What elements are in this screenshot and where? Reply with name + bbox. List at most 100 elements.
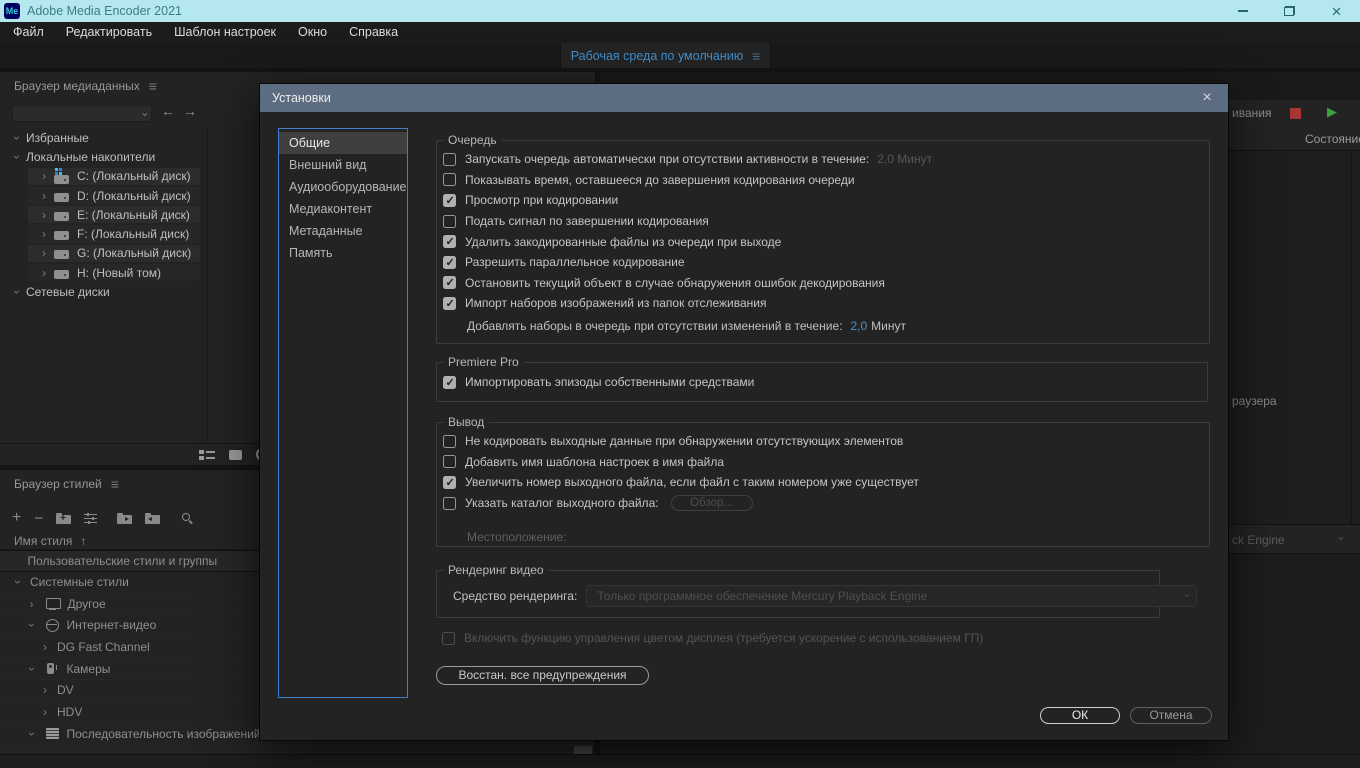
new-group-icon[interactable] [56, 515, 71, 524]
sidebar-item[interactable]: Аудиооборудование [279, 176, 407, 198]
preset-browser-header[interactable]: Браузер стилей [14, 476, 119, 492]
import-preset-icon[interactable] [117, 515, 132, 524]
panel-divider[interactable] [207, 128, 208, 443]
chevron-icon[interactable] [24, 598, 40, 610]
checkbox[interactable] [443, 173, 456, 186]
list-view-icon[interactable] [199, 450, 215, 460]
menu-item[interactable]: Редактировать [55, 22, 163, 43]
checkbox[interactable] [443, 256, 456, 269]
sidebar-item[interactable]: Медиаконтент [279, 198, 407, 220]
minimize-button[interactable] [1219, 0, 1266, 22]
play-icon[interactable] [1327, 104, 1337, 120]
checkbox[interactable] [443, 376, 456, 389]
preference-row[interactable]: Удалить закодированные файлы из очереди … [437, 231, 1209, 252]
chevron-icon[interactable] [10, 576, 26, 588]
media-browser-header[interactable]: Браузер медиаданных [14, 78, 157, 94]
thumbnail-view-icon[interactable] [229, 450, 242, 460]
chevron-icon[interactable] [37, 641, 53, 653]
dialog-close-button[interactable] [1194, 84, 1220, 112]
preference-row[interactable]: Остановить текущий объект в случае обнар… [437, 273, 1209, 294]
tree-row[interactable]: G: (Локальный диск) [0, 244, 207, 263]
preference-row[interactable]: Запускать очередь автоматически при отсу… [437, 149, 1209, 170]
restore-button[interactable] [1266, 0, 1313, 22]
tree-row-label: HDV [57, 705, 82, 719]
watch-interval-value[interactable]: 2,0 [850, 319, 867, 333]
tree-row-label: Камеры [67, 662, 111, 676]
title-bar[interactable]: Me Adobe Media Encoder 2021 [0, 0, 1360, 22]
preference-row[interactable]: Просмотр при кодировании [437, 190, 1209, 211]
tree-row[interactable]: C: (Локальный диск) [0, 167, 207, 186]
tree-row[interactable]: D: (Локальный диск) [0, 186, 207, 205]
media-source-dropdown[interactable] [12, 105, 152, 122]
tree-row[interactable]: Избранные [0, 128, 207, 147]
stop-icon[interactable] [1290, 108, 1301, 119]
search-icon[interactable] [181, 512, 194, 525]
chevron-icon[interactable] [24, 728, 40, 740]
hamburger-icon[interactable] [111, 476, 119, 492]
export-preset-icon[interactable] [145, 515, 160, 524]
chevron-icon[interactable] [10, 151, 24, 163]
sidebar-item[interactable]: Метаданные [279, 220, 407, 242]
cancel-button[interactable]: Отмена [1130, 707, 1212, 724]
chevron-icon[interactable] [37, 228, 51, 240]
preference-row[interactable]: Подать сигнал по завершении кодирования [437, 211, 1209, 232]
tree-row[interactable]: Локальные накопители [0, 147, 207, 166]
chevron-icon[interactable] [37, 209, 51, 221]
sidebar-item[interactable]: Внешний вид [279, 154, 407, 176]
remove-icon[interactable] [34, 511, 43, 526]
dialog-title-bar[interactable]: Установки [260, 84, 1228, 112]
preference-row[interactable]: Не кодировать выходные данные при обнару… [437, 431, 1209, 452]
preference-row[interactable]: Увеличить номер выходного файла, если фа… [437, 472, 1209, 493]
preference-row[interactable]: Импортировать эпизоды собственными средс… [437, 372, 1207, 393]
chevron-icon[interactable] [37, 267, 51, 279]
group-label: Вывод [443, 415, 489, 429]
preference-row[interactable]: Добавить имя шаблона настроек в имя файл… [437, 452, 1209, 473]
chevron-icon[interactable] [37, 170, 51, 182]
reset-warnings-button[interactable]: Восстан. все предупреждения [436, 666, 649, 685]
chevron-icon[interactable] [10, 132, 24, 144]
chevron-icon[interactable] [37, 684, 53, 696]
tree-row[interactable]: E: (Локальный диск) [0, 205, 207, 224]
menu-item[interactable]: Справка [338, 22, 409, 43]
checkbox[interactable] [443, 215, 456, 228]
tree-row[interactable]: H: (Новый том) [0, 263, 207, 282]
sidebar-item[interactable]: Память [279, 242, 407, 264]
add-icon[interactable] [12, 510, 21, 526]
checkbox[interactable] [443, 297, 456, 310]
ok-button[interactable]: ОК [1040, 707, 1120, 724]
chevron-icon[interactable] [37, 190, 51, 202]
workspace-tab[interactable]: Рабочая среда по умолчанию [560, 43, 771, 68]
preference-row[interactable]: Указать каталог выходного файла: Обзор..… [437, 493, 1209, 514]
checkbox[interactable] [443, 153, 456, 166]
checkbox[interactable] [443, 476, 456, 489]
menu-item[interactable]: Файл [2, 22, 55, 43]
preference-row[interactable]: Разрешить параллельное кодирование [437, 252, 1209, 273]
tree-row[interactable]: F: (Локальный диск) [0, 224, 207, 243]
tree-row[interactable]: Сетевые диски [0, 282, 207, 301]
queue-hint-text: раузера [1232, 394, 1277, 408]
checkbox[interactable] [443, 435, 456, 448]
checkbox[interactable] [443, 497, 456, 510]
close-button[interactable] [1313, 0, 1360, 22]
chevron-icon[interactable] [10, 286, 24, 298]
preference-row[interactable]: Показывать время, оставшееся до завершен… [437, 170, 1209, 191]
scrollbar-track[interactable] [1351, 151, 1352, 524]
chevron-icon[interactable] [24, 663, 40, 675]
checkbox[interactable] [443, 276, 456, 289]
hamburger-icon[interactable] [752, 48, 760, 64]
checkbox[interactable] [443, 194, 456, 207]
hamburger-icon[interactable] [149, 78, 157, 94]
settings-icon[interactable] [84, 513, 97, 524]
checkbox[interactable] [443, 235, 456, 248]
back-icon[interactable] [161, 103, 175, 119]
chevron-icon[interactable] [37, 706, 53, 718]
forward-icon[interactable] [183, 103, 197, 119]
menu-item[interactable]: Окно [287, 22, 338, 43]
chevron-icon[interactable] [37, 247, 51, 259]
sidebar-item[interactable]: Общие [279, 132, 407, 154]
preference-row[interactable]: Импорт наборов изображений из папок отсл… [437, 293, 1209, 314]
tree-row-label: Сетевые диски [26, 285, 110, 299]
chevron-icon[interactable] [24, 619, 40, 631]
checkbox[interactable] [443, 455, 456, 468]
menu-item[interactable]: Шаблон настроек [163, 22, 287, 43]
